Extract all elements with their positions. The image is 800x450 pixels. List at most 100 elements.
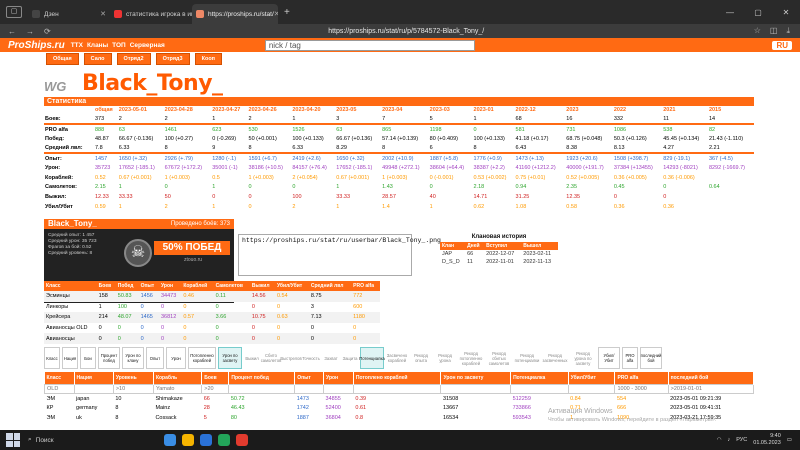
site-logo[interactable]: ProShips.ru (8, 40, 65, 51)
site-menu-item[interactable]: ТТХ (71, 42, 83, 49)
ships-table-header[interactable]: Урон (323, 372, 354, 384)
ships-table-header[interactable]: Потоплено кораблей (353, 372, 442, 384)
ships-filter-cell[interactable]: 1000 - 3000 (614, 383, 669, 395)
class-table-header[interactable]: PRO alfa (351, 281, 380, 291)
ships-filter-cell[interactable]: >10 (112, 383, 154, 395)
column-toggle[interactable]: Рекорд урона (434, 347, 456, 369)
ships-table-header[interactable]: Нация (74, 372, 114, 384)
column-toggle[interactable]: Процент побед (98, 347, 120, 369)
mode-button[interactable]: Отряд3 (155, 53, 190, 65)
mode-button[interactable]: Сало (83, 53, 112, 65)
ships-filter-cell[interactable] (323, 383, 354, 395)
ships-table-header[interactable]: Класс (44, 372, 75, 384)
ships-table-header[interactable]: Уровень (113, 372, 154, 384)
tab-close-icon[interactable]: ✕ (100, 10, 106, 18)
taskbar-search[interactable]: ⌕ Поиск (28, 436, 54, 444)
search-input[interactable]: nick / tag (264, 39, 475, 51)
input-language[interactable]: РУС (736, 437, 747, 443)
ships-filter-cell[interactable] (73, 383, 114, 395)
column-toggle[interactable]: Рекорд опыта (410, 347, 432, 369)
minimize-icon[interactable]: — (716, 8, 744, 17)
stats-period-header[interactable]: 2023-04-28 (164, 105, 212, 115)
ships-table-row[interactable]: ЭМ japan 10 Shimakaze 66 50.72 1473 34855 0.39 31… (45, 394, 754, 404)
column-toggle[interactable]: Выжил (244, 347, 260, 369)
ships-table-header[interactable]: Процент побед (228, 372, 296, 384)
stats-period-header[interactable]: 2023-04-20 (291, 105, 335, 115)
column-toggle[interactable]: Урон (166, 347, 186, 369)
mode-button[interactable]: Общая (46, 53, 79, 65)
site-menu-item[interactable]: Серверная (130, 42, 165, 49)
taskbar-app-icon[interactable] (217, 434, 230, 446)
ships-filter-cell[interactable] (567, 383, 616, 395)
column-toggle[interactable]: Сбито самолетов (261, 347, 282, 369)
extensions-icon[interactable]: ◫ (770, 26, 778, 36)
column-toggle[interactable]: Потенциалка (359, 347, 385, 369)
site-menu-item[interactable]: ТОП (112, 42, 126, 49)
browser-tab[interactable]: статистика игрока в игре✕ (110, 4, 192, 24)
mode-button[interactable]: Отряд2 (116, 53, 151, 65)
column-toggle[interactable]: Потопленно кораблей (188, 347, 216, 369)
column-toggle[interactable]: Рекорд урона по засвету (570, 347, 596, 369)
ships-filter-cell[interactable] (510, 383, 569, 395)
start-icon[interactable] (6, 433, 20, 447)
class-table-header[interactable]: Опыт (138, 281, 159, 291)
taskbar-app-icon[interactable] (163, 434, 176, 446)
class-table-header[interactable]: Урон (158, 281, 182, 291)
ships-filter-cell[interactable] (440, 383, 512, 395)
class-table-header[interactable]: Кораблей (181, 281, 214, 291)
clan-tag[interactable]: WG (44, 79, 66, 94)
column-toggle[interactable]: Точность (302, 347, 320, 369)
ships-table-header[interactable]: Урон по засвету (440, 372, 512, 384)
new-tab-icon[interactable]: + (284, 7, 290, 18)
language-button[interactable]: RU (772, 40, 792, 50)
class-table-header[interactable]: Выжил (249, 281, 275, 291)
userbar-url-field[interactable]: https://proships.ru/stat/ru/userbar/Blac… (238, 234, 441, 276)
back-icon[interactable]: ← (8, 27, 16, 36)
volume-icon[interactable]: ♪ (728, 437, 731, 443)
close-window-icon[interactable]: ✕ (772, 8, 800, 17)
download-icon[interactable]: ⤓ (786, 26, 790, 36)
column-toggle[interactable]: Рекорд сбитых самолетов (486, 347, 512, 369)
mode-button[interactable]: Кооп (194, 53, 223, 65)
clan-link[interactable]: JAP (440, 250, 465, 258)
column-toggle[interactable]: Урон по засвету (218, 347, 242, 369)
class-table-header[interactable]: Класс (44, 281, 97, 291)
stats-period-header[interactable]: 2023-04-27 (211, 105, 247, 115)
ships-table-header[interactable]: PRO alfa (614, 372, 669, 384)
browser-tab[interactable]: Дзен ✕ (28, 4, 110, 24)
clock[interactable]: 9:40 01.05.2023 (753, 433, 781, 447)
column-toggle[interactable]: Убил/Убит (598, 347, 620, 369)
ships-filter-cell[interactable] (352, 383, 442, 395)
class-table-header[interactable]: Боев (96, 281, 116, 291)
taskbar-app-icon[interactable] (199, 434, 212, 446)
site-menu-item[interactable]: Кланы (87, 42, 108, 49)
ships-table-header[interactable]: Боев (201, 372, 230, 384)
window-menu-icon[interactable]: ▢ (6, 6, 22, 18)
column-toggle[interactable]: Класс (44, 347, 60, 369)
stats-period-header[interactable]: 2022 (613, 105, 662, 115)
ships-filter-cell[interactable] (294, 383, 325, 395)
stats-period-header[interactable]: 2023-05-01 (118, 105, 164, 115)
column-toggle[interactable]: Бои (80, 347, 96, 369)
maximize-icon[interactable]: ▢ (744, 8, 772, 17)
ships-table-header[interactable]: Корабль (153, 372, 203, 384)
network-icon[interactable]: ◠ (717, 437, 722, 443)
ships-filter-cell[interactable]: >20 (201, 383, 230, 395)
ships-table-header[interactable]: Потенциалка (510, 372, 569, 384)
column-toggle[interactable]: Рекорд потопленно кораблей (458, 347, 484, 369)
stats-period-header[interactable]: 2023-04-26 (248, 105, 292, 115)
stats-period-header[interactable]: 2021 (662, 105, 708, 115)
taskbar-app-icon[interactable] (235, 434, 248, 446)
stats-period-header[interactable]: 2023-04 (381, 105, 429, 115)
notifications-icon[interactable]: ▭ (787, 437, 792, 443)
stats-period-header[interactable]: 2023-03 (429, 105, 473, 115)
stats-period-header[interactable]: 2015 (708, 105, 754, 115)
column-toggle[interactable]: Опыт (146, 347, 164, 369)
column-toggle[interactable]: Рекорд засвеченных (542, 347, 568, 369)
class-table-header[interactable]: Побед (115, 281, 139, 291)
taskbar-app-icon[interactable] (181, 434, 194, 446)
ships-filter-cell[interactable]: Yamato (152, 383, 203, 395)
stats-period-header[interactable]: общая (94, 105, 118, 115)
ships-filter-cell[interactable]: >2019-01-01 (667, 383, 755, 395)
class-table-header[interactable]: Самолетов (213, 281, 250, 291)
